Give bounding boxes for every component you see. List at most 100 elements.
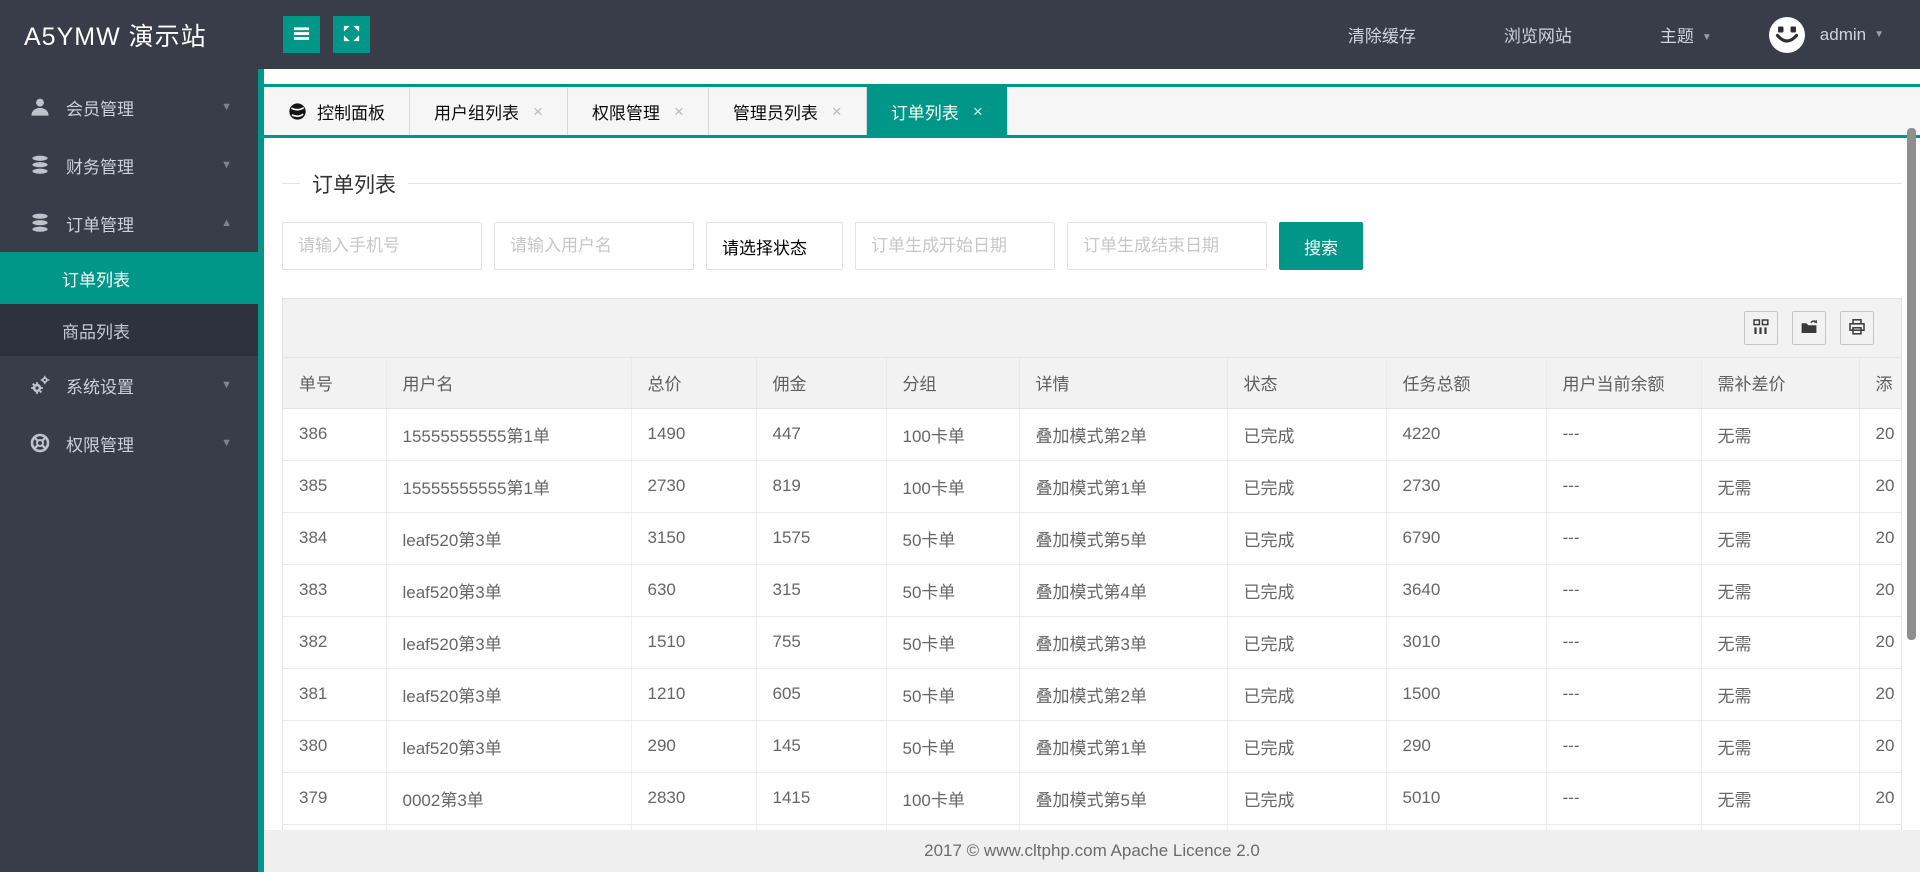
main-content: 订单列表 请选择状态 搜索 xyxy=(264,138,1920,830)
table-cell: 已完成 xyxy=(1227,616,1387,669)
status-select[interactable]: 请选择状态 xyxy=(706,222,843,270)
tab-dashboard[interactable]: 控制面板 xyxy=(264,87,410,135)
table-cell: 无需 xyxy=(1701,772,1860,825)
sidebar-subitem-product-list[interactable]: 商品列表 xyxy=(0,304,264,356)
clear-cache-link[interactable]: 清除缓存 xyxy=(1304,22,1460,47)
sidebar-nav: 会员管理 ▼ 财务管理 ▼ 订单管理 ▲ 订单列表 商品列表 系统设置 ▼ 权限… xyxy=(0,69,264,472)
sidebar: 会员管理 ▼ 财务管理 ▼ 订单管理 ▲ 订单列表 商品列表 系统设置 ▼ 权限… xyxy=(0,69,264,872)
table-cell: 无需 xyxy=(1701,408,1860,461)
hamburger-icon xyxy=(292,24,311,46)
sidebar-item-label: 会员管理 xyxy=(66,99,134,119)
tab-admin-list[interactable]: 管理员列表 × xyxy=(709,87,867,135)
table-row: 382 leaf520第3单 1510 755 50卡单 叠加模式第3单 已完成 3010 --… xyxy=(283,616,1901,669)
table-row: 385 15555555555第1单 2730 819 100卡单 叠加模式第1单 已完成 2… xyxy=(283,460,1901,513)
table-cell: --- xyxy=(1546,564,1702,617)
username-label: admin xyxy=(1819,24,1867,44)
table-cell: 已完成 xyxy=(1227,564,1387,617)
column-header: 任务总额 xyxy=(1386,358,1547,409)
table-cell: leaf520第3单 xyxy=(386,564,632,617)
column-header: 单号 xyxy=(283,358,387,409)
brand-logo: A5YMW 演示站 xyxy=(24,22,207,51)
order-table-body: 386 15555555555第1单 1490 447 100卡单 叠加模式第2单 已完成 4… xyxy=(283,408,1901,830)
start-date-input[interactable] xyxy=(855,222,1055,270)
top-header: A5YMW 演示站 清除缓存 浏览网站 主题 ▼ admin ▼ xyxy=(0,0,1920,69)
sidebar-item-system-settings[interactable]: 系统设置 ▼ xyxy=(0,356,258,414)
search-button[interactable]: 搜索 xyxy=(1279,222,1363,270)
column-header: 添 xyxy=(1859,358,1901,409)
column-header: 状态 xyxy=(1227,358,1387,409)
vertical-scrollbar[interactable] xyxy=(1907,128,1916,640)
close-icon[interactable]: × xyxy=(533,103,543,120)
table-cell: 1490 xyxy=(631,408,757,461)
sidebar-item-finance-management[interactable]: 财务管理 ▼ xyxy=(0,136,258,194)
table-cell: --- xyxy=(1546,616,1702,669)
sidebar-subitem-order-list[interactable]: 订单列表 xyxy=(0,252,264,304)
table-cell: 145 xyxy=(756,720,887,773)
table-cell: 5010 xyxy=(1386,772,1547,825)
table-row: 383 leaf520第3单 630 315 50卡单 叠加模式第4单 已完成 3640 ---… xyxy=(283,564,1901,617)
tab-order-list[interactable]: 订单列表 × xyxy=(866,87,1008,135)
user-menu[interactable]: admin ▼ xyxy=(1768,16,1884,54)
table-cell: 3640 xyxy=(1386,564,1547,617)
export-icon xyxy=(1800,318,1818,339)
filter-bar: 请选择状态 搜索 xyxy=(282,222,1902,270)
table-cell: 叠加模式第4单 xyxy=(1019,564,1228,617)
table-cell: leaf520第3单 xyxy=(386,616,632,669)
table-cell: 1210 xyxy=(631,668,757,721)
table-cell: leaf520第3单 xyxy=(386,668,632,721)
table-cell: --- xyxy=(1546,408,1702,461)
columns-filter-button[interactable] xyxy=(1744,311,1778,345)
table-cell: 290 xyxy=(631,720,757,773)
phone-input[interactable] xyxy=(282,222,482,270)
table-cell: 385 xyxy=(283,460,387,513)
table-cell: 已完成 xyxy=(1227,408,1387,461)
theme-dropdown[interactable]: 主题 ▼ xyxy=(1616,22,1722,47)
close-icon[interactable]: × xyxy=(832,103,842,120)
print-button[interactable] xyxy=(1840,311,1874,345)
chevron-down-icon: ▼ xyxy=(1701,32,1712,44)
table-cell: 379 xyxy=(283,772,387,825)
gear-icon xyxy=(30,375,50,395)
page-title: 订单列表 xyxy=(300,169,408,199)
tab-permission-management[interactable]: 权限管理 × xyxy=(568,87,709,135)
view-site-link[interactable]: 浏览网站 xyxy=(1460,22,1616,47)
table-cell: 叠加模式第5单 xyxy=(1019,772,1228,825)
tab-user-group-list[interactable]: 用户组列表 × xyxy=(410,87,568,135)
sidebar-item-permission-management[interactable]: 权限管理 ▼ xyxy=(0,414,258,472)
close-icon[interactable]: × xyxy=(973,103,983,120)
table-cell: 382 xyxy=(283,616,387,669)
username-input[interactable] xyxy=(494,222,694,270)
table-cell: --- xyxy=(1546,460,1702,513)
close-icon[interactable]: × xyxy=(674,103,684,120)
table-cell: 20 xyxy=(1859,720,1901,773)
chevron-down-icon: ▼ xyxy=(221,379,232,391)
sidebar-item-member-management[interactable]: 会员管理 ▼ xyxy=(0,78,258,136)
table-row: 379 0002第3单 2830 1415 100卡单 叠加模式第5单 已完成 5010 ---… xyxy=(283,772,1901,825)
column-header: 用户当前余额 xyxy=(1546,358,1702,409)
table-cell: 20 xyxy=(1859,616,1901,669)
table-cell: 630 xyxy=(631,564,757,617)
table-cell: 无需 xyxy=(1701,564,1860,617)
table-cell: 已完成 xyxy=(1227,720,1387,773)
table-cell: 叠加模式第2单 xyxy=(1019,408,1228,461)
table-cell: 100卡单 xyxy=(886,460,1020,513)
table-cell: 100卡单 xyxy=(886,772,1020,825)
export-button[interactable] xyxy=(1792,311,1826,345)
column-header: 用户名 xyxy=(386,358,632,409)
end-date-input[interactable] xyxy=(1067,222,1267,270)
table-cell: 6790 xyxy=(1386,512,1547,565)
fullscreen-button[interactable] xyxy=(333,16,370,53)
table-cell: 已完成 xyxy=(1227,512,1387,565)
table-header-row: 单号 用户名 总价 佣金 分组 详情 状态 任务总额 用户当前余额 需补差价添 xyxy=(283,358,1901,409)
sidebar-item-order-management[interactable]: 订单管理 ▲ xyxy=(0,194,258,252)
table-cell: 已完成 xyxy=(1227,460,1387,513)
column-header: 总价 xyxy=(631,358,757,409)
table-cell: 50卡单 xyxy=(886,564,1020,617)
table-cell: 1575 xyxy=(756,512,887,565)
tab-label: 用户组列表 xyxy=(434,103,519,123)
table-cell: 1510 xyxy=(631,616,757,669)
table-cell: 755 xyxy=(756,616,887,669)
chevron-down-icon: ▼ xyxy=(221,159,232,171)
table-cell: --- xyxy=(1546,720,1702,773)
collapse-menu-button[interactable] xyxy=(283,16,320,53)
